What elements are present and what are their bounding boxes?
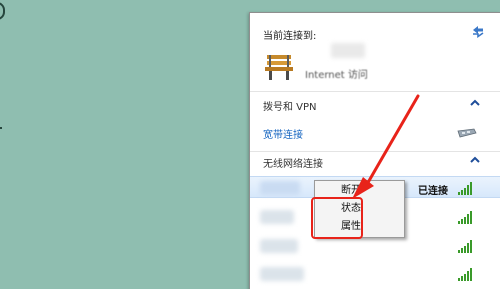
wifi-signal-icon [458,268,472,281]
wifi-name-blurred [260,267,304,281]
internet-access-text: Internet 访问 [305,70,368,81]
wifi-name-blurred [260,239,298,253]
annotation-highlight-box [311,197,363,239]
chevron-up-icon[interactable] [470,156,480,164]
wifi-signal-icon [458,182,472,195]
section-divider [250,91,500,92]
desktop-icon-fragment [0,2,5,20]
chevron-up-icon[interactable] [470,99,480,107]
wifi-signal-icon [458,240,472,253]
network-flyout: 当前连接到: Internet 访问 拨号和 VPN 宽带连接 无线网络连接 已… [249,12,500,289]
wifi-network-item[interactable] [250,235,500,257]
section-divider [250,151,500,152]
wifi-name-blurred [260,181,300,195]
wifi-signal-icon [458,211,472,224]
connected-to-label: 当前连接到: [263,31,317,42]
dialup-modem-icon [457,128,477,138]
dialup-vpn-header[interactable]: 拨号和 VPN [263,98,317,113]
desktop-dot [0,127,2,129]
connected-status: 已连接 [418,186,448,197]
wifi-name-blurred [260,210,294,224]
bench-network-icon [265,55,293,80]
wifi-network-item[interactable] [250,263,500,285]
refresh-icon[interactable] [470,24,486,38]
broadband-connection-link[interactable]: 宽带连接 [263,126,303,141]
network-name-blurred [331,43,365,58]
wireless-section-header[interactable]: 无线网络连接 [263,155,323,170]
